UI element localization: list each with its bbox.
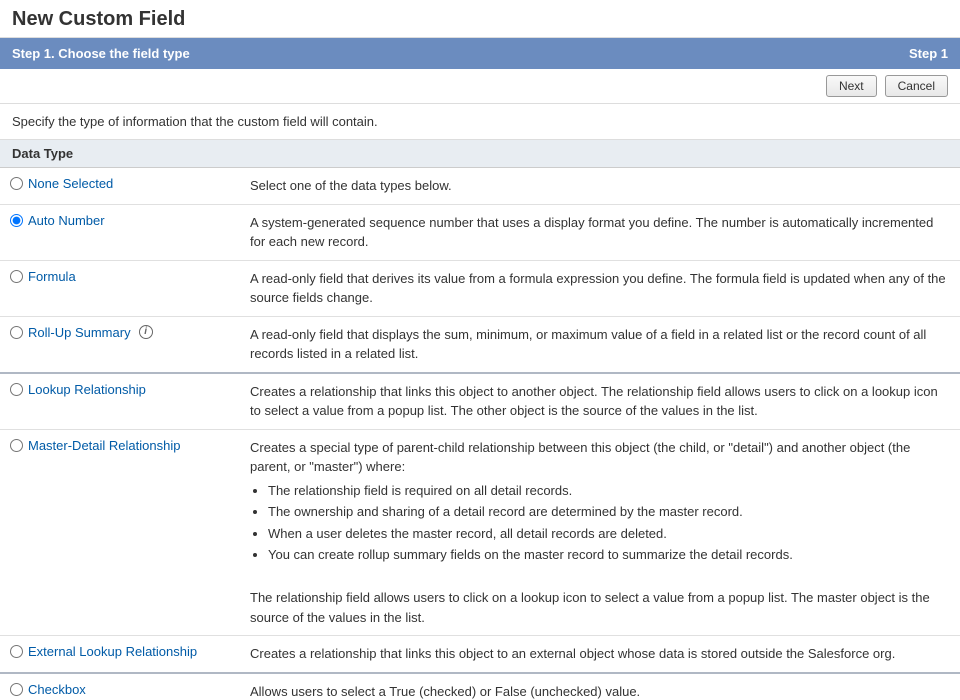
field-type-cell[interactable]: Checkbox <box>0 673 240 700</box>
table-row: Formula A read-only field that derives it… <box>0 260 960 316</box>
field-type-radio[interactable] <box>10 439 23 452</box>
field-description-cell: A read-only field that displays the sum,… <box>240 316 960 373</box>
page-title: New Custom Field <box>0 0 960 38</box>
field-extra-text: The relationship field allows users to c… <box>250 590 930 625</box>
field-description-text: A read-only field that derives its value… <box>250 271 946 306</box>
field-type-label[interactable]: None Selected <box>10 176 230 191</box>
field-type-label[interactable]: Checkbox <box>10 682 230 697</box>
field-type-cell[interactable]: Auto Number <box>0 204 240 260</box>
field-type-label[interactable]: External Lookup Relationship <box>10 644 230 659</box>
bullet-list: The relationship field is required on al… <box>268 481 950 565</box>
field-description-cell: Creates a relationship that links this o… <box>240 373 960 430</box>
field-type-label[interactable]: Formula <box>10 269 230 284</box>
table-row: None Selected Select one of the data type… <box>0 168 960 205</box>
field-type-radio[interactable] <box>10 645 23 658</box>
field-description-text: A read-only field that displays the sum,… <box>250 327 926 362</box>
field-description-cell: Allows users to select a True (checked) … <box>240 673 960 700</box>
data-type-table: Data Type None Selected Select one of the… <box>0 140 960 700</box>
next-button[interactable]: Next <box>826 75 877 97</box>
field-type-cell[interactable]: None Selected <box>0 168 240 205</box>
field-type-radio[interactable] <box>10 177 23 190</box>
field-type-name[interactable]: None Selected <box>28 176 113 191</box>
step-header-right: Step 1 <box>909 46 948 61</box>
field-type-cell[interactable]: Master-Detail Relationship <box>0 429 240 636</box>
field-type-radio[interactable] <box>10 270 23 283</box>
description-text: Specify the type of information that the… <box>12 114 378 129</box>
field-type-cell[interactable]: Lookup Relationship <box>0 373 240 430</box>
field-description-text: Select one of the data types below. <box>250 178 452 193</box>
list-item: The relationship field is required on al… <box>268 481 950 501</box>
list-item: The ownership and sharing of a detail re… <box>268 502 950 522</box>
step-header-left: Step 1. Choose the field type <box>12 46 190 61</box>
field-description-text: Creates a relationship that links this o… <box>250 384 938 419</box>
field-description-text: Creates a relationship that links this o… <box>250 646 895 661</box>
field-type-label[interactable]: Roll-Up Summary i <box>10 325 230 340</box>
column-header: Data Type <box>0 140 960 168</box>
table-row: Checkbox Allows users to select a True (c… <box>0 673 960 700</box>
field-description-cell: A system-generated sequence number that … <box>240 204 960 260</box>
field-type-name[interactable]: Roll-Up Summary <box>28 325 131 340</box>
field-description-cell: A read-only field that derives its value… <box>240 260 960 316</box>
field-type-name[interactable]: Formula <box>28 269 76 284</box>
field-type-cell[interactable]: Roll-Up Summary i <box>0 316 240 373</box>
list-item: When a user deletes the master record, a… <box>268 524 950 544</box>
field-type-cell[interactable]: Formula <box>0 260 240 316</box>
step-header: Step 1. Choose the field type Step 1 <box>0 38 960 69</box>
info-icon[interactable]: i <box>139 325 153 339</box>
field-type-name[interactable]: Auto Number <box>28 213 105 228</box>
table-row: Lookup Relationship Creates a relationshi… <box>0 373 960 430</box>
description-bar: Specify the type of information that the… <box>0 104 960 140</box>
field-type-name[interactable]: Lookup Relationship <box>28 382 146 397</box>
list-item: You can create rollup summary fields on … <box>268 545 950 565</box>
cancel-button[interactable]: Cancel <box>885 75 948 97</box>
field-description-cell: Creates a special type of parent-child r… <box>240 429 960 636</box>
field-type-name[interactable]: External Lookup Relationship <box>28 644 197 659</box>
field-description-cell: Select one of the data types below. <box>240 168 960 205</box>
field-type-label[interactable]: Master-Detail Relationship <box>10 438 230 453</box>
table-row: Auto Number A system-generated sequence n… <box>0 204 960 260</box>
field-description-text: Creates a special type of parent-child r… <box>250 440 910 475</box>
field-type-radio[interactable] <box>10 683 23 696</box>
table-row: Master-Detail Relationship Creates a spec… <box>0 429 960 636</box>
field-type-radio[interactable] <box>10 326 23 339</box>
field-description-text: A system-generated sequence number that … <box>250 215 933 250</box>
action-bar: Next Cancel <box>0 69 960 104</box>
field-type-name[interactable]: Master-Detail Relationship <box>28 438 180 453</box>
field-type-name[interactable]: Checkbox <box>28 682 86 697</box>
field-description-text: Allows users to select a True (checked) … <box>250 684 640 699</box>
field-type-radio[interactable] <box>10 383 23 396</box>
field-type-radio[interactable] <box>10 214 23 227</box>
field-type-label[interactable]: Lookup Relationship <box>10 382 230 397</box>
field-type-label[interactable]: Auto Number <box>10 213 230 228</box>
table-row: Roll-Up Summary i A read-only field that d… <box>0 316 960 373</box>
